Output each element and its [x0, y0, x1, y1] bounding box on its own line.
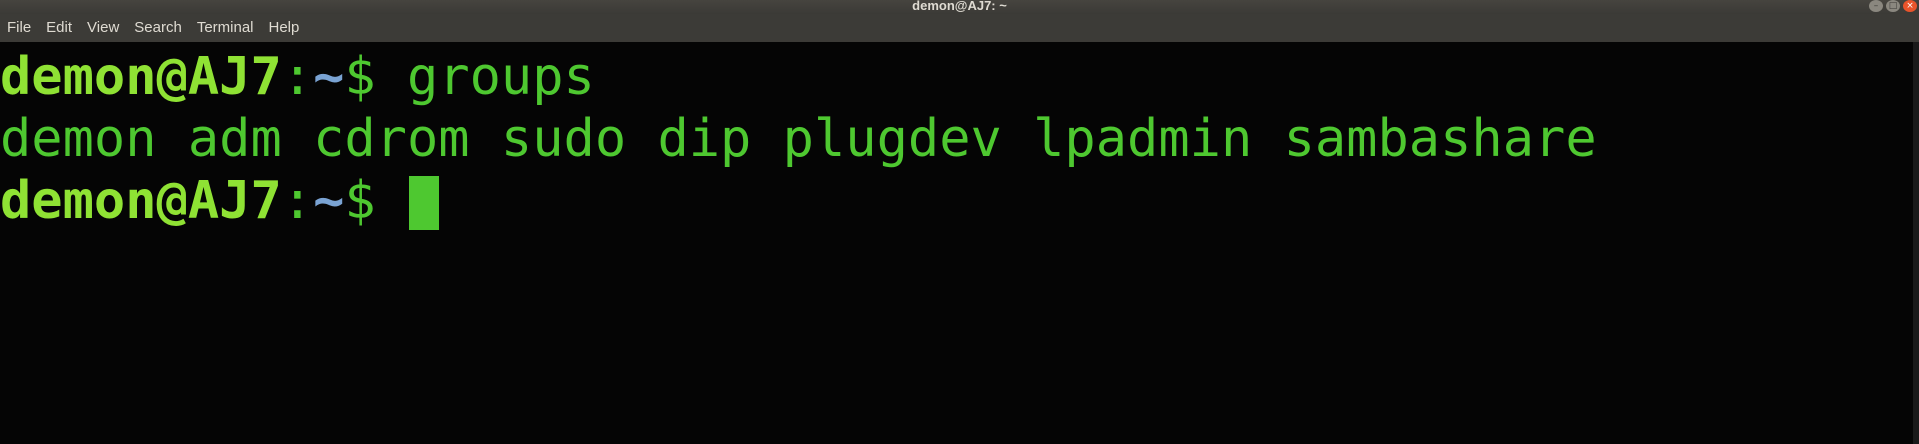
terminal-window: demon@AJ7: ~ – □ × File Edit View Search…: [0, 0, 1919, 444]
prompt-user: demon@AJ7: [0, 47, 282, 107]
menu-help[interactable]: Help: [262, 14, 308, 42]
window-title: demon@AJ7: ~: [912, 0, 1007, 13]
menu-bar: File Edit View Search Terminal Help: [0, 14, 1919, 42]
command-line: demon@AJ7:~$ groups: [0, 46, 595, 108]
close-icon[interactable]: ×: [1903, 0, 1917, 12]
menu-search[interactable]: Search: [127, 14, 190, 42]
menu-edit[interactable]: Edit: [39, 14, 80, 42]
text-cursor: [409, 176, 440, 230]
active-prompt-line[interactable]: demon@AJ7:~$: [0, 170, 440, 232]
minimize-icon[interactable]: –: [1869, 0, 1883, 12]
terminal-scrollbar[interactable]: [1913, 42, 1919, 444]
prompt-colon: :: [281, 171, 314, 231]
menu-terminal[interactable]: Terminal: [190, 14, 262, 42]
maximize-icon[interactable]: □: [1886, 0, 1900, 12]
prompt-symbol: $: [344, 47, 376, 107]
command-text: groups: [407, 47, 595, 107]
prompt-user: demon@AJ7: [0, 171, 282, 231]
prompt-colon: :: [281, 47, 314, 107]
window-controls: – □ ×: [1869, 0, 1917, 12]
command-output: demon adm cdrom sudo dip plugdev lpadmin…: [0, 109, 1597, 169]
menu-view[interactable]: View: [80, 14, 127, 42]
prompt-path: ~: [313, 171, 345, 231]
menu-file[interactable]: File: [0, 14, 39, 42]
prompt-path: ~: [313, 47, 345, 107]
title-bar[interactable]: demon@AJ7: ~ – □ ×: [0, 0, 1919, 14]
prompt-symbol: $: [344, 171, 376, 231]
